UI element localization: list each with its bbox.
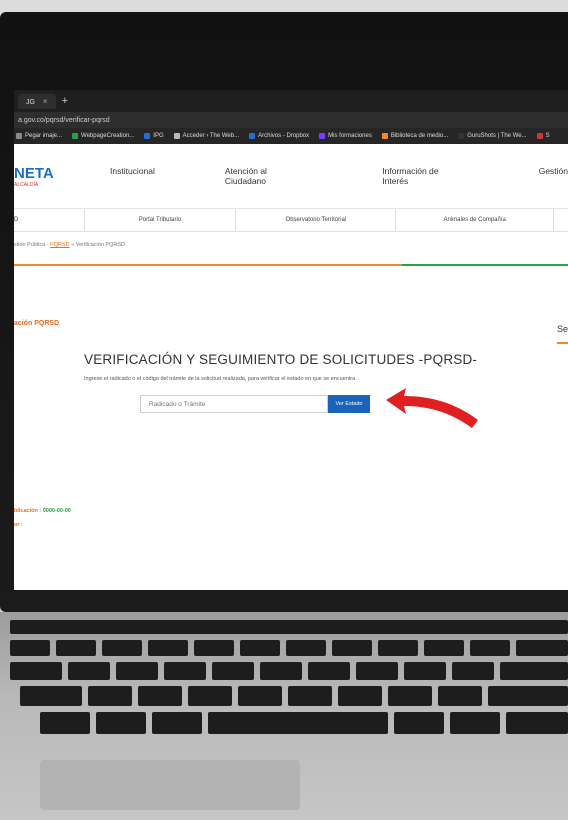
subnav-item-observatorio[interactable]: Observatorio Territorial	[236, 209, 397, 231]
bookmark-icon	[173, 133, 180, 139]
red-arrow-icon	[386, 388, 478, 428]
bookmark-icon	[72, 133, 79, 139]
breadcrumb-prefix: stión Pública -	[14, 242, 51, 248]
close-icon[interactable]: ×	[43, 97, 48, 106]
bookmark-item[interactable]: Mis formaciones	[319, 133, 372, 139]
breadcrumb-current: » Verificación PQRSD	[69, 242, 125, 248]
publication-label: blicación :	[14, 508, 43, 514]
bookmark-item[interactable]: S	[536, 133, 550, 139]
bookmark-label: S	[545, 133, 550, 139]
bookmark-icon	[319, 133, 326, 139]
breadcrumb: stión Pública - PQRSD » Verificación PQR…	[14, 232, 568, 258]
bookmark-label: Biblioteca de medio...	[390, 133, 449, 139]
nav-item-informacion[interactable]: Información de Interés	[382, 166, 466, 186]
logo-subtext: ALCALDÍA	[14, 181, 39, 188]
bookmark-label: Archivos - Dropbox	[258, 133, 310, 139]
page-description: Ingrese el radicado o el código del trám…	[84, 376, 356, 382]
bookmark-icon	[144, 133, 151, 139]
nav-item-gestion[interactable]: Gestión	[539, 166, 568, 186]
bookmark-icon	[16, 133, 22, 139]
sidebar-title-underline	[557, 342, 568, 344]
bookmark-item[interactable]: Acceder › The Web...	[173, 133, 240, 139]
bookmark-icon	[249, 133, 256, 139]
publication-date: blicación : 0000-00-00	[14, 508, 71, 514]
bookmark-label: Mis formaciones	[328, 133, 372, 139]
bookmark-item[interactable]: IPG	[144, 133, 164, 139]
trackpad	[40, 760, 300, 810]
site-logo[interactable]: NETA ALCALDÍA	[14, 165, 72, 188]
section-title: ación PQRSD	[14, 320, 60, 327]
url-text: a.gov.co/pqrsd/verificar-pqrsd	[18, 116, 110, 124]
bookmark-item[interactable]: GuruShots | The We...	[458, 133, 527, 139]
ver-estado-button[interactable]: Ver Estado	[328, 395, 370, 413]
new-tab-icon[interactable]: +	[62, 95, 68, 107]
bookmark-item[interactable]: Archivos - Dropbox	[249, 133, 309, 139]
bookmark-icon	[458, 133, 465, 139]
address-bar[interactable]: a.gov.co/pqrsd/verificar-pqrsd	[14, 112, 568, 128]
nav-item-institucional[interactable]: Institucional	[110, 166, 155, 186]
sub-nav: D Portal Tributario Observatorio Territo…	[14, 209, 568, 232]
breadcrumb-link-pqrsd[interactable]: PQRSD	[50, 242, 70, 248]
browser-tab[interactable]: JG ×	[18, 93, 56, 109]
bookmark-item[interactable]: Biblioteca de medio...	[381, 133, 449, 139]
nav-item-atencion[interactable]: Atención al Ciudadano	[225, 166, 310, 186]
page-title: VERIFICACIÓN Y SEGUIMIENTO DE SOLICITUDE…	[84, 352, 478, 367]
main-nav: Institucional Atención al Ciudadano Info…	[72, 166, 568, 186]
bookmark-label: GuruShots | The We...	[467, 133, 527, 139]
sidebar-title: Se	[557, 324, 568, 334]
bookmark-item[interactable]: WebpageCreation...	[72, 133, 134, 139]
keyboard	[10, 620, 568, 734]
author-label: or :	[14, 522, 23, 528]
bookmark-label: WebpageCreation...	[81, 133, 135, 139]
browser-tab-label: JG	[26, 98, 35, 106]
bookmark-item[interactable]: Pegar imaje...	[16, 133, 62, 139]
subnav-item-0[interactable]: D	[14, 209, 85, 231]
bookmark-icon	[381, 133, 388, 139]
bookmark-label: IPG	[153, 133, 164, 139]
publication-value: 0000-00-00	[42, 508, 71, 514]
bookmarks-bar: Pegar imaje... WebpageCreation... IPG Acced…	[14, 128, 568, 144]
bookmark-label: Acceder › The Web...	[182, 133, 240, 139]
subnav-item-portal-tributario[interactable]: Portal Tributario	[85, 209, 237, 231]
bookmark-icon	[536, 133, 543, 139]
search-input[interactable]	[140, 395, 328, 413]
search-form: Ver Estado	[140, 395, 370, 413]
subnav-item-more[interactable]	[554, 209, 568, 231]
logo-text: NETA	[14, 164, 54, 182]
bookmark-label: Pegar imaje...	[25, 133, 63, 139]
color-divider	[14, 264, 568, 266]
browser-tab-bar: JG × +	[14, 90, 568, 112]
site-header: NETA ALCALDÍA Institucional Atención al …	[14, 144, 568, 209]
subnav-item-animales[interactable]: Animales de Compañía	[396, 209, 555, 231]
laptop-screen: JG × + a.gov.co/pqrsd/verificar-pqrsd Pe…	[14, 90, 568, 590]
